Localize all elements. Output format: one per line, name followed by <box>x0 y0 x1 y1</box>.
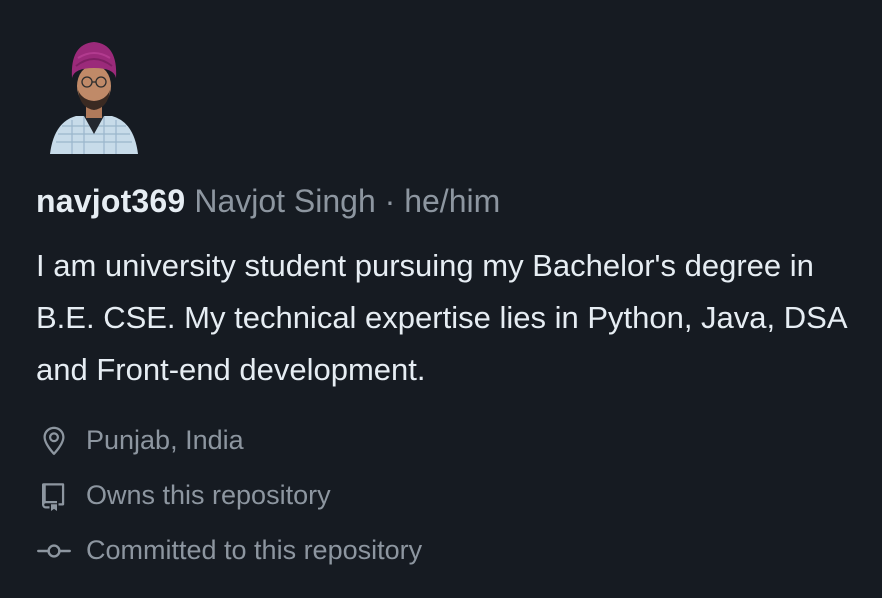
meta-list: Punjab, India Owns this repository Commi… <box>36 413 422 578</box>
user-hovercard: navjot369 Navjot Singh · he/him I am uni… <box>0 0 882 598</box>
avatar-image <box>50 42 138 154</box>
repo-icon <box>36 478 72 514</box>
meta-item-committer: Committed to this repository <box>36 523 422 578</box>
pronouns: he/him <box>404 183 501 219</box>
commit-icon <box>36 533 72 569</box>
user-name-row: navjot369 Navjot Singh · he/him <box>36 180 500 222</box>
repo-owner-label: Owns this repository <box>86 480 331 510</box>
location-icon <box>36 423 72 459</box>
location-label: Punjab, India <box>86 425 244 455</box>
avatar[interactable] <box>48 38 140 154</box>
user-bio: I am university student pursuing my Bach… <box>36 248 846 387</box>
meta-item-location: Punjab, India <box>36 413 422 468</box>
separator-dot: · <box>384 183 396 219</box>
username-link[interactable]: navjot369 <box>36 183 185 219</box>
meta-item-repo-owner: Owns this repository <box>36 468 422 523</box>
full-name: Navjot Singh <box>194 183 376 219</box>
committer-label: Committed to this repository <box>86 535 423 565</box>
